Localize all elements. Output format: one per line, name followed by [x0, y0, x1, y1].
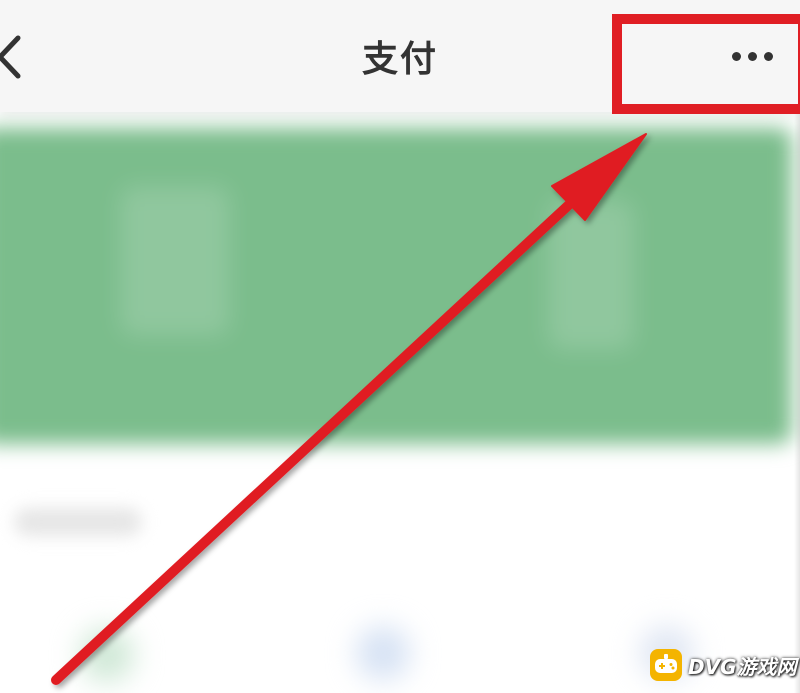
card-tile-left	[120, 186, 230, 336]
watermark: DVG游戏网	[650, 646, 797, 684]
service-icon-blurred	[80, 628, 134, 682]
watermark-text: DVG游戏网	[688, 654, 797, 679]
section-label-blurred	[14, 508, 142, 536]
gamepad-logo-icon	[650, 649, 682, 681]
card-tile-right	[548, 200, 634, 350]
highlight-box	[612, 14, 800, 114]
payment-screen: 支付 DVG游戏网	[0, 0, 800, 693]
service-icon-blurred	[356, 626, 410, 680]
wallet-card-blurred	[0, 128, 792, 444]
